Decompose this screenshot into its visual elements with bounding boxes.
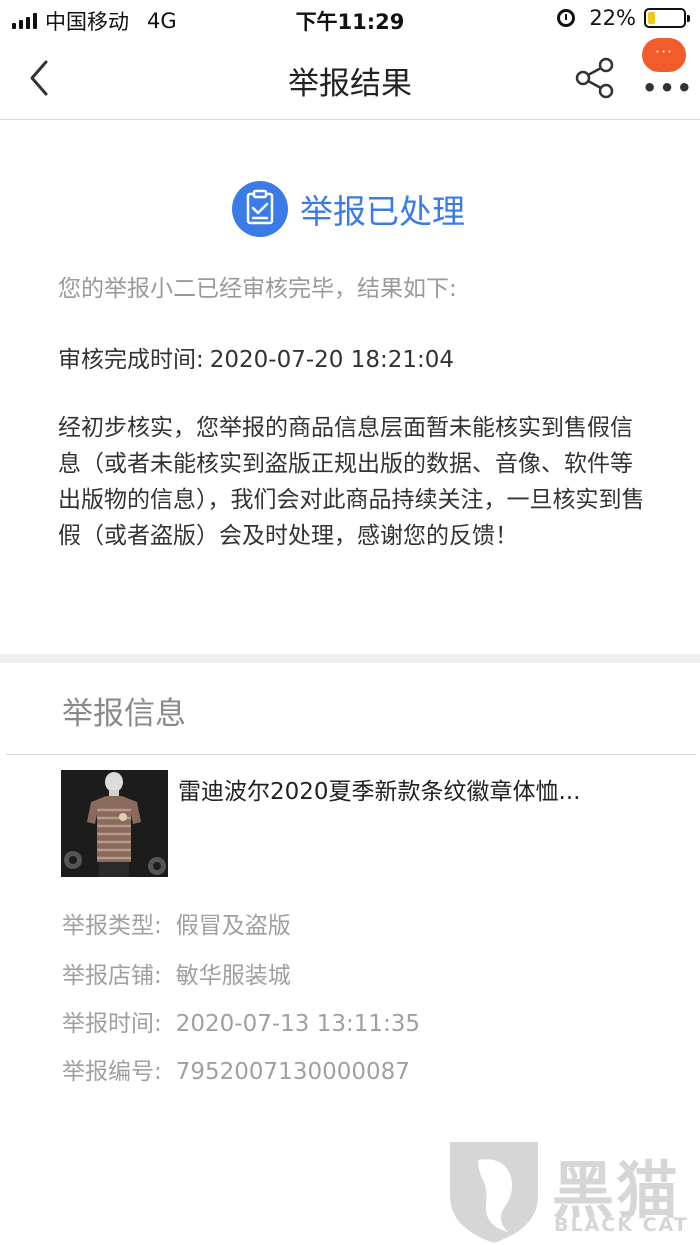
- result-status-title: 举报已处理: [300, 192, 465, 231]
- info-label: 举报店铺:: [62, 963, 162, 989]
- message-bubble-icon: ···: [642, 38, 686, 72]
- product-thumbnail[interactable]: [61, 770, 168, 877]
- result-intro: 您的举报小二已经审核完毕，结果如下:: [58, 276, 457, 302]
- info-value: 2020-07-13 13:11:35: [175, 1011, 421, 1037]
- result-body: 经初步核实，您举报的商品信息层面暂未能核实到售假信息（或者未能核实到盗版正规出版…: [58, 415, 645, 549]
- info-row-time: 举报时间: 2020-07-13 13:11:35: [62, 1004, 420, 1038]
- battery-percent: 22%: [589, 6, 636, 30]
- section-divider: [0, 654, 700, 663]
- more-button[interactable]: ··· •••: [636, 38, 692, 120]
- info-row-shop: 举报店铺: 敏华服装城: [62, 956, 291, 990]
- info-label: 举报时间:: [62, 1011, 162, 1037]
- nav-bar: 举报结果 ··· •••: [0, 38, 700, 120]
- product-name[interactable]: 雷迪波尔2020夏季新款条纹徽章体恤...: [178, 772, 658, 806]
- watermark-text-en: BLACK CAT: [554, 1214, 689, 1236]
- report-info-title: 举报信息: [62, 696, 186, 732]
- black-cat-logo-icon: [450, 1142, 538, 1243]
- share-button[interactable]: [574, 56, 616, 100]
- info-value: 7952007130000087: [175, 1059, 410, 1085]
- info-row-number: 举报编号: 7952007130000087: [62, 1052, 410, 1086]
- watermark: 黑猫 BLACK CAT: [444, 1138, 700, 1245]
- product-image: [61, 770, 168, 877]
- alarm-icon: [557, 9, 576, 27]
- review-time: 审核完成时间: 2020-07-20 18:21:04: [58, 340, 454, 374]
- status-bar: 中国移动 4G 下午11:29 22%: [0, 0, 700, 38]
- battery-icon: [644, 8, 690, 28]
- status-right: 22%: [557, 6, 690, 30]
- review-time-value: 2020-07-20 18:21:04: [209, 347, 455, 373]
- battery-level: [648, 12, 656, 24]
- document-check-icon: [232, 181, 288, 237]
- share-icon: [575, 57, 614, 99]
- info-value: 敏华服装城: [175, 963, 291, 989]
- info-label: 举报类型:: [62, 913, 162, 939]
- review-time-label: 审核完成时间:: [58, 347, 204, 373]
- result-section: 举报已处理 您的举报小二已经审核完毕，结果如下: 审核完成时间: 2020-07-…: [0, 121, 700, 654]
- info-row-type: 举报类型: 假冒及盗版: [62, 906, 291, 940]
- info-label: 举报编号:: [62, 1059, 162, 1085]
- result-header: 举报已处理: [232, 181, 465, 237]
- divider: [6, 754, 696, 755]
- info-value: 假冒及盗版: [175, 913, 291, 939]
- more-dots-icon: •••: [642, 74, 695, 102]
